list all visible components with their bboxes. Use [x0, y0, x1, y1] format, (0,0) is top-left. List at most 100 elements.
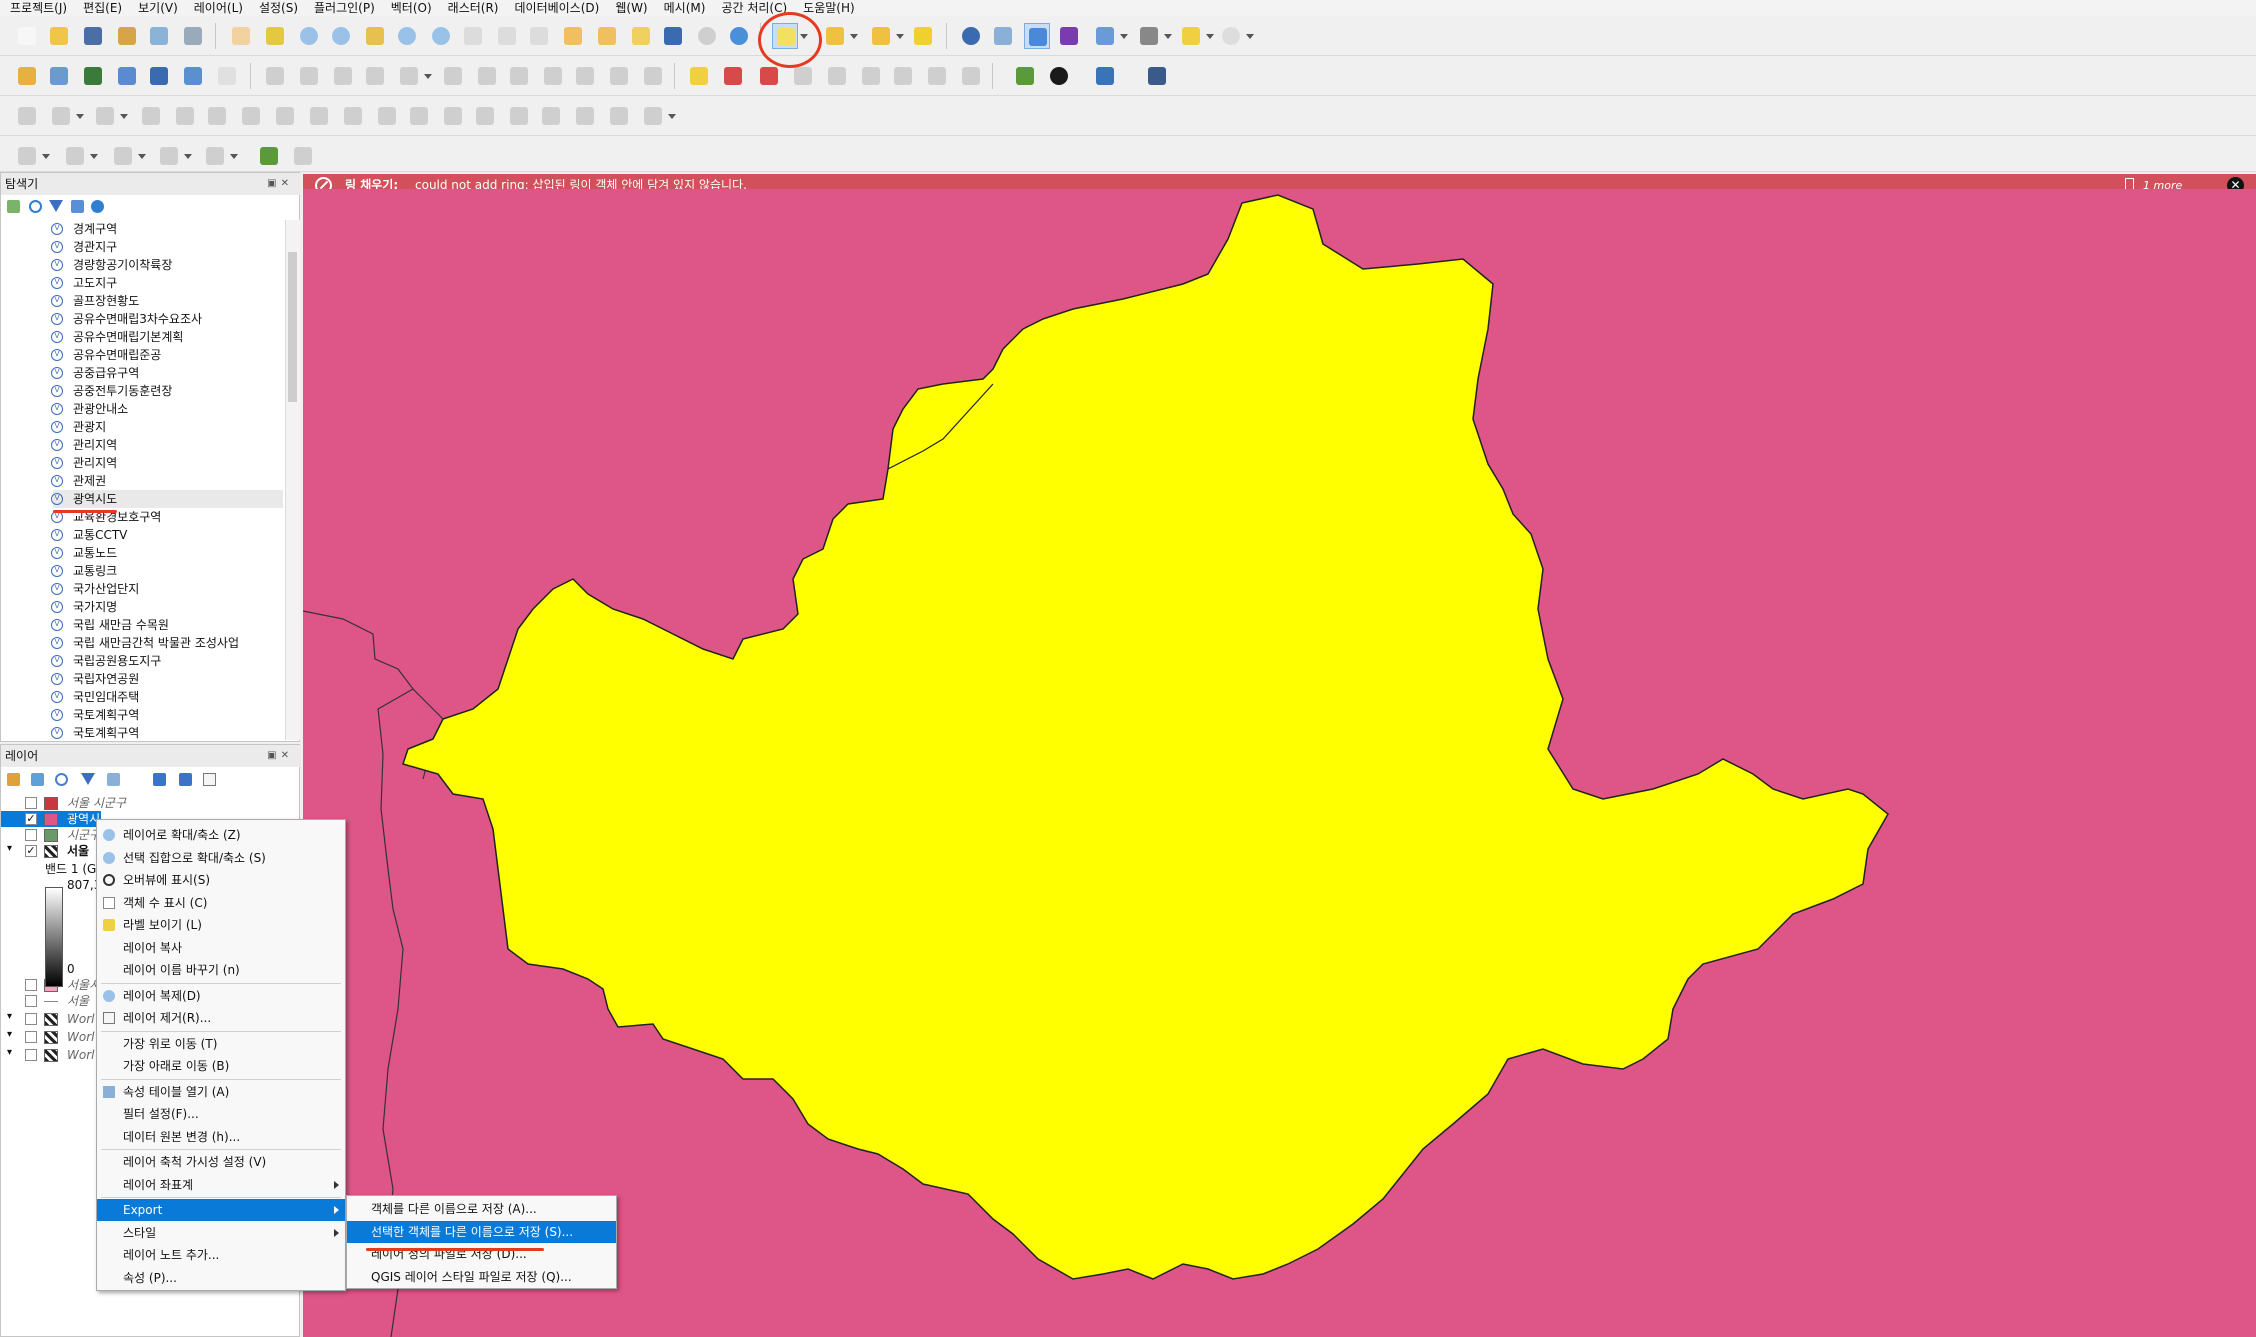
context-menu-item[interactable]: 레이어로 확대/축소 (Z) [97, 824, 345, 846]
highlight-pinned-icon[interactable] [824, 63, 850, 89]
layer-labeling-icon[interactable] [720, 63, 746, 89]
collapse-all-icon[interactable] [71, 200, 84, 213]
change-label-icon[interactable] [924, 63, 950, 89]
dropdown-arrow-icon[interactable] [230, 154, 238, 160]
trace-icon[interactable] [48, 103, 74, 129]
expand-all-icon[interactable] [153, 773, 166, 786]
add-ring-icon[interactable] [204, 103, 230, 129]
new-measure-icon[interactable] [14, 143, 40, 169]
browser-scrollbar[interactable] [285, 220, 300, 740]
browser-item[interactable]: V 국립 새만금 수목원 [51, 616, 283, 634]
collapse-all-layers-icon[interactable] [179, 773, 192, 786]
context-menu-item[interactable]: 레이어 좌표계 [97, 1174, 345, 1196]
map-canvas[interactable] [303, 189, 2256, 1337]
dropdown-arrow-icon[interactable] [138, 154, 146, 160]
context-menu-item[interactable]: 객체 수 표시 (C) [97, 892, 345, 914]
zoom-out-icon[interactable] [328, 23, 354, 49]
dropdown-arrow-icon[interactable] [90, 154, 98, 160]
vertex-tool-icon[interactable] [396, 63, 422, 89]
browser-item[interactable]: V 공중전투기동훈련장 [51, 382, 283, 400]
dropdown-arrow-icon[interactable] [1206, 34, 1214, 40]
browser-item[interactable]: V 국립자연공원 [51, 670, 283, 688]
browser-item[interactable]: V 국립 새만금간척 박물관 조성사업 [51, 634, 283, 652]
toggle-editing-icon[interactable] [296, 63, 322, 89]
snapping-icon[interactable] [290, 143, 316, 169]
dropdown-arrow-icon[interactable] [42, 154, 50, 160]
layer-visibility-checkbox[interactable] [25, 1013, 37, 1025]
context-menu-item[interactable]: 레이어 이름 바꾸기 (n) [97, 959, 345, 981]
context-menu-item[interactable]: 데이터 원본 변경 (h)... [97, 1126, 345, 1148]
export-menu-item[interactable]: 선택한 객체를 다른 이름으로 저장 (S)... [347, 1220, 616, 1243]
save-edits-icon[interactable] [330, 63, 356, 89]
remove-layer-icon[interactable] [203, 773, 216, 786]
statistics-icon[interactable] [1056, 23, 1082, 49]
vertex-editor-icon[interactable] [256, 143, 282, 169]
context-menu-item[interactable]: 속성 (P)... [97, 1267, 345, 1289]
style-icon[interactable] [7, 773, 20, 786]
browser-item[interactable]: V 국민임대주택 [51, 688, 283, 706]
browser-item[interactable]: V 경관지구 [51, 238, 283, 256]
browser-item[interactable]: V 공유수면매립준공 [51, 346, 283, 364]
offset-curve-icon[interactable] [406, 103, 432, 129]
context-menu-item[interactable]: 스타일 [97, 1222, 345, 1244]
diagram-icon[interactable] [756, 63, 782, 89]
browser-item[interactable]: V 국가지명 [51, 598, 283, 616]
reshape-icon[interactable] [374, 103, 400, 129]
new-memory-layer-icon[interactable] [180, 63, 206, 89]
select-annotation-icon[interactable] [156, 143, 182, 169]
plugin-settings-icon[interactable] [1218, 23, 1244, 49]
panel-float-close-icon[interactable]: ▣✕ [267, 178, 293, 189]
layer-visibility-checkbox[interactable]: ✓ [25, 813, 37, 825]
merge-attributes-icon[interactable] [538, 103, 564, 129]
context-menu-item[interactable]: 선택 집합으로 확대/축소 (S) [97, 847, 345, 869]
browser-item[interactable]: V 관광안내소 [51, 400, 283, 418]
zoom-selection-icon[interactable] [394, 23, 420, 49]
add-group-icon[interactable] [31, 773, 44, 786]
simplify-icon[interactable] [172, 103, 198, 129]
attribute-table-icon[interactable] [990, 23, 1016, 49]
zoom-last-icon[interactable] [494, 23, 520, 49]
add-part-icon[interactable] [238, 103, 264, 129]
measure-icon[interactable] [1136, 23, 1162, 49]
dropdown-arrow-icon[interactable] [1120, 34, 1128, 40]
browser-item[interactable]: V 국토계획구역 [51, 706, 283, 724]
layer-visibility-checkbox[interactable] [25, 797, 37, 809]
dropdown-arrow-icon[interactable] [424, 74, 432, 80]
browser-item[interactable]: V 경계구역 [51, 220, 283, 238]
layer-visibility-checkbox[interactable] [25, 995, 37, 1007]
browser-item[interactable]: V 국가산업단지 [51, 580, 283, 598]
layer-symbol-swatch[interactable] [44, 813, 58, 826]
browser-item[interactable]: V 교통링크 [51, 562, 283, 580]
layer-visibility-checkbox[interactable]: ✓ [25, 845, 37, 857]
context-menu-item[interactable]: 가장 아래로 이동 (B) [97, 1055, 345, 1077]
merge-features-icon[interactable] [506, 103, 532, 129]
refresh-icon[interactable] [29, 200, 42, 213]
context-menu-item[interactable]: 속성 테이블 열기 (A) [97, 1081, 345, 1103]
identify-icon[interactable] [958, 23, 984, 49]
browser-item[interactable]: V 교통노드 [51, 544, 283, 562]
add-feature-icon[interactable] [362, 63, 388, 89]
export-menu-item[interactable]: QGIS 레이어 스타일 파일로 저장 (Q)... [347, 1266, 616, 1288]
browser-item[interactable]: V 골프장현황도 [51, 292, 283, 310]
browser-item[interactable]: V 관제권 [51, 472, 283, 490]
move-feature-icon[interactable] [92, 103, 118, 129]
menu-8[interactable]: 데이터베이스(D) [508, 0, 609, 16]
layer-visibility-checkbox[interactable] [25, 979, 37, 991]
layer-symbol-swatch[interactable] [44, 797, 58, 810]
new-bookmark-icon[interactable] [560, 23, 586, 49]
context-menu-item[interactable]: 레이어 노트 추가... [97, 1244, 345, 1266]
add-selected-icon[interactable] [7, 200, 20, 213]
paste-features-icon[interactable] [572, 63, 598, 89]
select-location-icon[interactable] [910, 23, 936, 49]
expand-arrow-icon[interactable]: ▾ [7, 1011, 12, 1022]
python-console-icon[interactable] [1092, 63, 1118, 89]
delete-selected-icon[interactable] [474, 63, 500, 89]
digitize-icon[interactable] [14, 103, 40, 129]
dropdown-arrow-icon[interactable] [1164, 34, 1172, 40]
help-icon[interactable] [1144, 63, 1170, 89]
context-menu-item[interactable]: 라벨 보이기 (L) [97, 914, 345, 936]
shape-icon[interactable] [110, 143, 136, 169]
context-menu-item[interactable]: 레이어 축척 가시성 설정 (V) [97, 1151, 345, 1173]
menu-0[interactable]: 프로젝트(J) [4, 0, 77, 16]
context-menu-item[interactable]: Export [97, 1199, 345, 1221]
